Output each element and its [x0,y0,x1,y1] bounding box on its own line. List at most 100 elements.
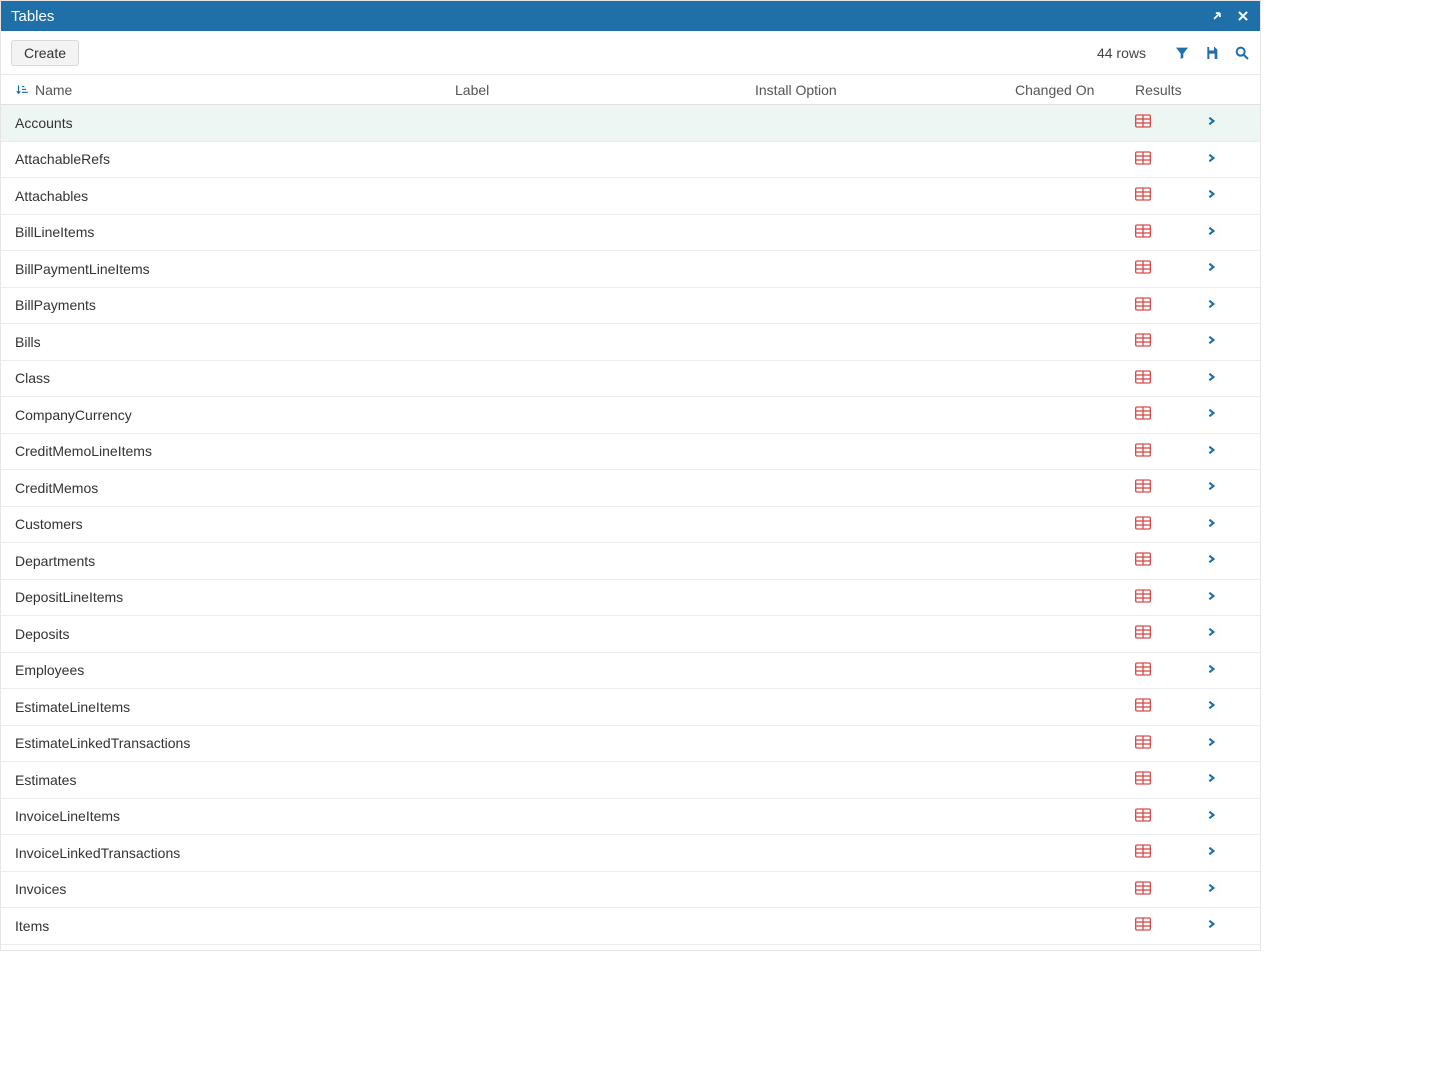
chevron-right-icon[interactable] [1195,224,1227,238]
chevron-right-icon[interactable] [1195,479,1227,493]
table-row[interactable]: CreditMemos [1,470,1260,507]
cell-name: Accounts [11,115,451,131]
cell-name: CompanyCurrency [11,407,451,423]
column-header-label[interactable]: Label [451,82,751,98]
table-row[interactable]: InvoiceLinkedTransactions [1,835,1260,872]
table-grid-icon[interactable] [1135,698,1151,712]
chevron-right-icon[interactable] [1195,589,1227,603]
table-grid-icon[interactable] [1135,443,1151,457]
chevron-right-icon[interactable] [1195,333,1227,347]
table-grid-icon[interactable] [1135,589,1151,603]
column-header-changed-on[interactable]: Changed On [1011,82,1131,98]
cell-name: CreditMemoLineItems [11,443,451,459]
table-row[interactable]: Accounts [1,105,1260,142]
table-grid-icon[interactable] [1135,881,1151,895]
close-icon[interactable] [1236,9,1250,23]
search-icon[interactable] [1234,45,1250,61]
cell-name: Class [11,370,451,386]
table-row[interactable]: Items [1,908,1260,945]
chevron-right-icon[interactable] [1195,443,1227,457]
chevron-right-icon[interactable] [1195,406,1227,420]
table-grid-icon[interactable] [1135,808,1151,822]
column-header-install-option[interactable]: Install Option [751,82,1011,98]
chevron-right-icon[interactable] [1195,844,1227,858]
cell-name: AttachableRefs [11,151,451,167]
table-row[interactable]: EstimateLinkedTransactions [1,726,1260,763]
table-grid-icon[interactable] [1135,844,1151,858]
table-row[interactable]: BillLineItems [1,215,1260,252]
cell-name: Estimates [11,772,451,788]
table-grid-icon[interactable] [1135,187,1151,201]
table-row[interactable]: AttachableRefs [1,142,1260,179]
chevron-right-icon[interactable] [1195,516,1227,530]
table-row[interactable]: Bills [1,324,1260,361]
chevron-right-icon[interactable] [1195,735,1227,749]
chevron-right-icon[interactable] [1195,370,1227,384]
table-grid-icon[interactable] [1135,735,1151,749]
table-row[interactable]: Departments [1,543,1260,580]
cell-name: Departments [11,553,451,569]
chevron-right-icon[interactable] [1195,260,1227,274]
table-row[interactable]: JournalEntries [1,945,1260,951]
cell-name: Items [11,918,451,934]
panel-title: Tables [11,8,54,25]
table-grid-icon[interactable] [1135,771,1151,785]
sort-asc-icon[interactable] [15,83,29,97]
chevron-right-icon[interactable] [1195,151,1227,165]
table-row[interactable]: Invoices [1,872,1260,909]
table-row[interactable]: DepositLineItems [1,580,1260,617]
table-row[interactable]: Deposits [1,616,1260,653]
table-grid-icon[interactable] [1135,151,1151,165]
table-row[interactable]: Attachables [1,178,1260,215]
chevron-right-icon[interactable] [1195,881,1227,895]
table-grid-icon[interactable] [1135,114,1151,128]
column-header-name[interactable]: Name [11,82,451,98]
table-row[interactable]: BillPaymentLineItems [1,251,1260,288]
table-grid-icon[interactable] [1135,662,1151,676]
chevron-right-icon[interactable] [1195,114,1227,128]
toolbar: Create 44 rows [1,31,1260,75]
cell-name: Bills [11,334,451,350]
titlebar: Tables [1,1,1260,31]
table-body[interactable]: Accounts AttachableRefs AttachablesBillLin… [1,105,1260,950]
cell-name: InvoiceLineItems [11,808,451,824]
table-grid-icon[interactable] [1135,516,1151,530]
table-grid-icon[interactable] [1135,552,1151,566]
chevron-right-icon[interactable] [1195,552,1227,566]
expand-icon[interactable] [1210,9,1224,23]
cell-name: BillPaymentLineItems [11,261,451,277]
table-row[interactable]: CreditMemoLineItems [1,434,1260,471]
chevron-right-icon[interactable] [1195,698,1227,712]
table-row[interactable]: Estimates [1,762,1260,799]
table-row[interactable]: EstimateLineItems [1,689,1260,726]
table-grid-icon[interactable] [1135,260,1151,274]
table-row[interactable]: Customers [1,507,1260,544]
table-grid-icon[interactable] [1135,224,1151,238]
table-row[interactable]: CompanyCurrency [1,397,1260,434]
row-count-label: 44 rows [1097,45,1146,61]
table-grid-icon[interactable] [1135,625,1151,639]
table-row[interactable]: Class [1,361,1260,398]
table-row[interactable]: InvoiceLineItems [1,799,1260,836]
table-row[interactable]: BillPayments [1,288,1260,325]
table-grid-icon[interactable] [1135,406,1151,420]
filter-icon[interactable] [1174,45,1190,61]
create-button[interactable]: Create [11,40,79,66]
table-grid-icon[interactable] [1135,333,1151,347]
table-grid-icon[interactable] [1135,370,1151,384]
save-icon[interactable] [1204,45,1220,61]
chevron-right-icon[interactable] [1195,917,1227,931]
chevron-right-icon[interactable] [1195,662,1227,676]
table-grid-icon[interactable] [1135,479,1151,493]
chevron-right-icon[interactable] [1195,808,1227,822]
cell-name: Customers [11,516,451,532]
table-grid-icon[interactable] [1135,917,1151,931]
table-row[interactable]: Employees [1,653,1260,690]
chevron-right-icon[interactable] [1195,625,1227,639]
chevron-right-icon[interactable] [1195,187,1227,201]
cell-name: Invoices [11,881,451,897]
column-header-results[interactable]: Results [1131,82,1191,98]
chevron-right-icon[interactable] [1195,297,1227,311]
table-grid-icon[interactable] [1135,297,1151,311]
chevron-right-icon[interactable] [1195,771,1227,785]
